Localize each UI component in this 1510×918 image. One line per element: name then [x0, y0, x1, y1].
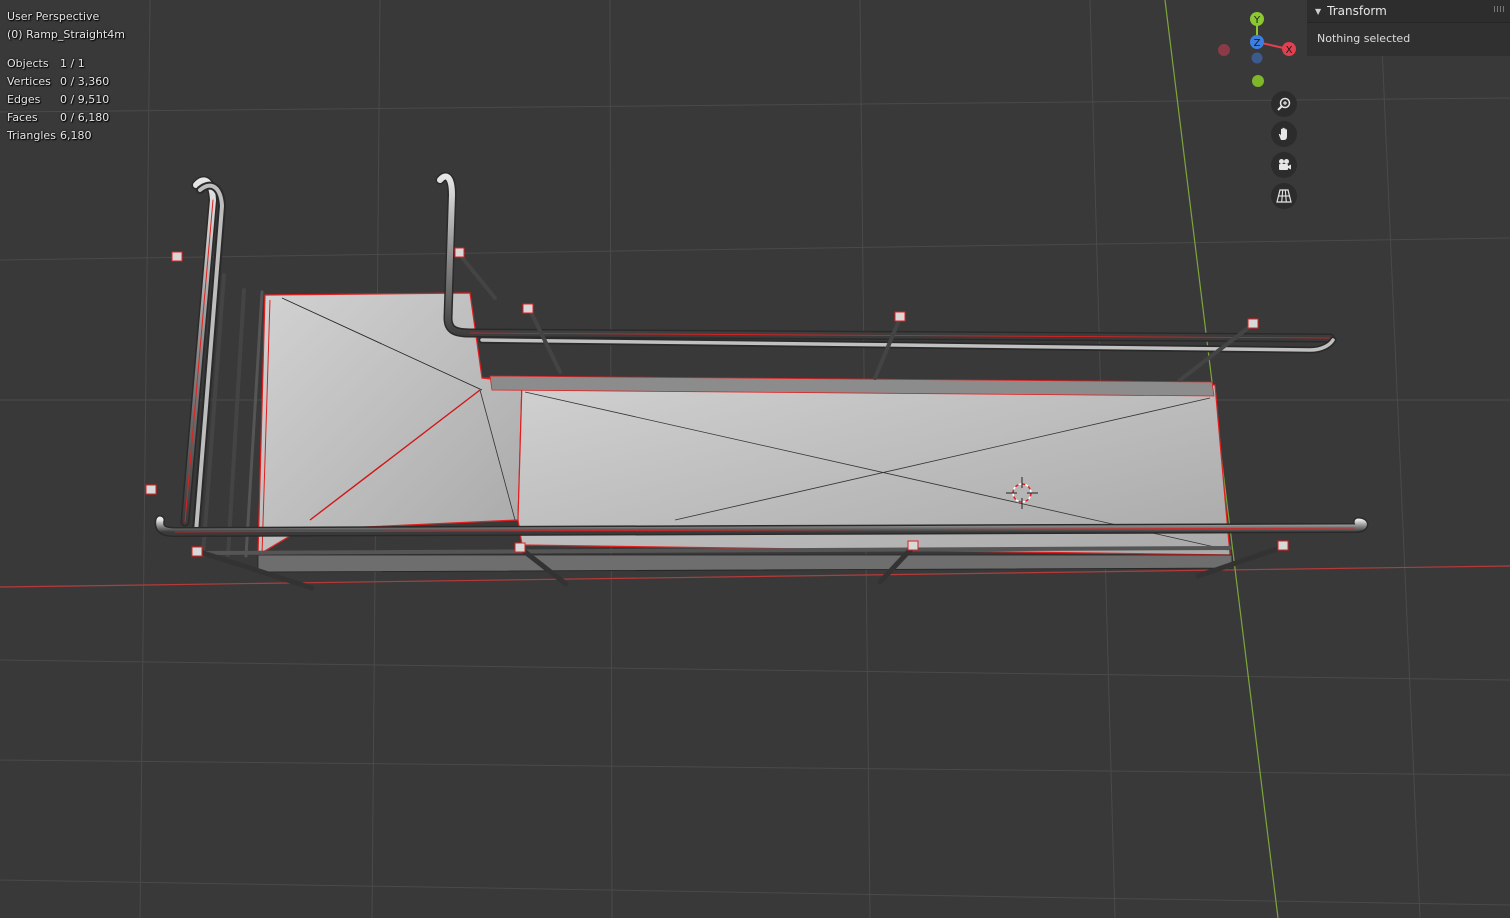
- stat-value: 0 / 9,510: [60, 93, 110, 106]
- stat-row-objects: Objects 1 / 1: [7, 55, 125, 73]
- left-post: [226, 288, 246, 557]
- gizmo-neg-x-handle[interactable]: [1218, 44, 1230, 56]
- zoom-icon: [1277, 97, 1291, 111]
- stat-row-faces: Faces 0 / 6,180: [7, 109, 125, 127]
- 3d-viewport[interactable]: User Perspective (0) Ramp_Straight4m Obj…: [0, 0, 1510, 918]
- view-name: User Perspective: [7, 10, 100, 23]
- stat-value: 0 / 3,360: [60, 75, 110, 88]
- camera-icon: [1279, 159, 1291, 170]
- camera-view-button[interactable]: [1271, 152, 1297, 178]
- stat-row-triangles: Triangles 6,180: [7, 127, 125, 145]
- stat-value: 1 / 1: [60, 57, 85, 70]
- navigation-gizmo[interactable]: Y Z X: [1212, 8, 1302, 98]
- back-post: [458, 253, 497, 300]
- stat-label: Edges: [7, 93, 41, 106]
- gizmo-z-label: Z: [1254, 38, 1261, 49]
- hand-icon: [1278, 127, 1287, 140]
- panel-title: Transform: [1327, 4, 1387, 18]
- stat-row-edges: Edges 0 / 9,510: [7, 91, 125, 109]
- viewport-info-overlay: User Perspective (0) Ramp_Straight4m Obj…: [7, 8, 125, 145]
- stat-label: Objects: [7, 57, 49, 70]
- gizmo-y-label: Y: [1253, 15, 1261, 26]
- panel-message: Nothing selected: [1317, 32, 1411, 45]
- perspective-toggle-button[interactable]: [1271, 183, 1297, 209]
- stat-value: 6,180: [60, 129, 92, 142]
- stat-label: Vertices: [7, 75, 51, 88]
- chevron-down-icon[interactable]: ▼: [1315, 7, 1321, 16]
- gizmo-neg-z-handle[interactable]: [1251, 52, 1263, 64]
- stat-row-vertices: Vertices 0 / 3,360: [7, 73, 125, 91]
- active-object-name: (0) Ramp_Straight4m: [7, 28, 126, 41]
- gizmo-neg-y-handle[interactable]: [1252, 75, 1264, 87]
- gizmo-x-label: X: [1286, 45, 1293, 56]
- stat-label: Triangles: [7, 129, 56, 142]
- pan-button[interactable]: [1271, 121, 1297, 147]
- transform-panel[interactable]: ▼ Transform Nothing selected: [1307, 0, 1510, 56]
- grid-icon: [1276, 189, 1292, 203]
- transform-panel-header[interactable]: ▼ Transform: [1307, 0, 1510, 23]
- stat-value: 0 / 6,180: [60, 111, 110, 124]
- drag-handle-icon[interactable]: [1494, 6, 1504, 12]
- scene-statistics: Objects 1 / 1 Vertices 0 / 3,360 Edges 0…: [7, 55, 125, 145]
- ramp-front-edge: [257, 554, 1233, 573]
- zoom-button[interactable]: [1271, 91, 1297, 117]
- stat-label: Faces: [7, 111, 38, 124]
